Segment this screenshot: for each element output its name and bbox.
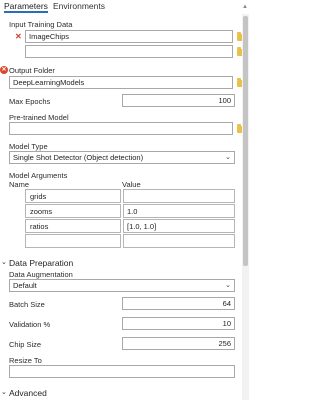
model-arguments-label: Model Arguments — [9, 171, 68, 180]
pretrained-model-field[interactable] — [9, 122, 233, 135]
max-epochs-value: 100 — [218, 96, 231, 105]
column-header-name: Name — [9, 180, 30, 189]
tab-parameters[interactable]: Parameters — [4, 1, 48, 11]
argument-name-cell[interactable]: grids — [25, 189, 121, 203]
max-epochs-label: Max Epochs — [9, 97, 51, 106]
argument-name-cell[interactable]: zooms — [25, 204, 121, 218]
argument-value-cell[interactable]: 1.0 — [123, 204, 235, 218]
input-training-data-field[interactable]: ImageChips — [25, 30, 233, 43]
input-training-data-value: ImageChips — [29, 32, 70, 41]
batch-size-value: 64 — [222, 299, 231, 308]
batch-size-field[interactable]: 64 — [122, 297, 235, 310]
argument-value: 1.0 — [127, 207, 138, 216]
model-type-dropdown[interactable]: Single Shot Detector (Object detection) … — [9, 151, 235, 164]
validation-value: 10 — [222, 319, 231, 328]
error-icon: ✕ — [0, 66, 8, 74]
argument-value-cell[interactable] — [123, 234, 235, 248]
tab-environments[interactable]: Environments — [53, 1, 105, 11]
active-tab-indicator — [4, 11, 48, 13]
chip-size-label: Chip Size — [9, 340, 42, 349]
data-preparation-section[interactable]: Data Preparation — [9, 258, 73, 268]
model-type-label: Model Type — [9, 142, 48, 151]
chevron-down-icon: ⌄ — [225, 282, 231, 289]
collapse-chevron-icon[interactable]: ⌄ — [1, 258, 7, 266]
chip-size-field[interactable]: 256 — [122, 337, 235, 350]
column-header-value: Value — [122, 180, 141, 189]
argument-name: grids — [30, 192, 47, 201]
output-folder-label: Output Folder — [9, 66, 55, 75]
argument-name: ratios — [30, 222, 49, 231]
argument-value: [1.0, 1.0] — [127, 222, 157, 231]
advanced-section[interactable]: Advanced — [9, 388, 47, 398]
collapse-chevron-icon[interactable]: ⌄ — [1, 388, 7, 396]
input-training-data-field-2[interactable] — [25, 45, 233, 58]
tab-bar: Parameters Environments — [0, 0, 249, 13]
chip-size-value: 256 — [218, 339, 231, 348]
chevron-down-icon: ⌄ — [225, 154, 231, 161]
argument-name: zooms — [30, 207, 53, 216]
scroll-up-icon[interactable]: ▲ — [242, 4, 248, 10]
scrollbar-thumb[interactable] — [243, 16, 248, 266]
batch-size-label: Batch Size — [9, 300, 45, 309]
argument-value-cell[interactable]: [1.0, 1.0] — [123, 219, 235, 233]
max-epochs-field[interactable]: 100 — [122, 94, 235, 107]
resize-to-field[interactable] — [9, 365, 235, 378]
pretrained-model-label: Pre-trained Model — [9, 113, 69, 122]
argument-value-cell[interactable] — [123, 189, 235, 203]
validation-label: Validation % — [9, 320, 51, 329]
output-folder-field[interactable]: DeepLearningModels — [9, 76, 233, 89]
output-folder-value: DeepLearningModels — [13, 78, 85, 87]
argument-name-cell[interactable]: ratios — [25, 219, 121, 233]
data-augmentation-value: Default — [13, 281, 37, 290]
data-augmentation-label: Data Augmentation — [9, 270, 73, 279]
input-training-data-label: Input Training Data — [9, 20, 73, 29]
resize-to-label: Resize To — [9, 356, 42, 365]
data-augmentation-dropdown[interactable]: Default ⌄ — [9, 279, 235, 292]
remove-icon[interactable]: ✕ — [15, 33, 22, 41]
validation-field[interactable]: 10 — [122, 317, 235, 330]
model-type-value: Single Shot Detector (Object detection) — [13, 153, 144, 162]
argument-name-cell[interactable] — [25, 234, 121, 248]
